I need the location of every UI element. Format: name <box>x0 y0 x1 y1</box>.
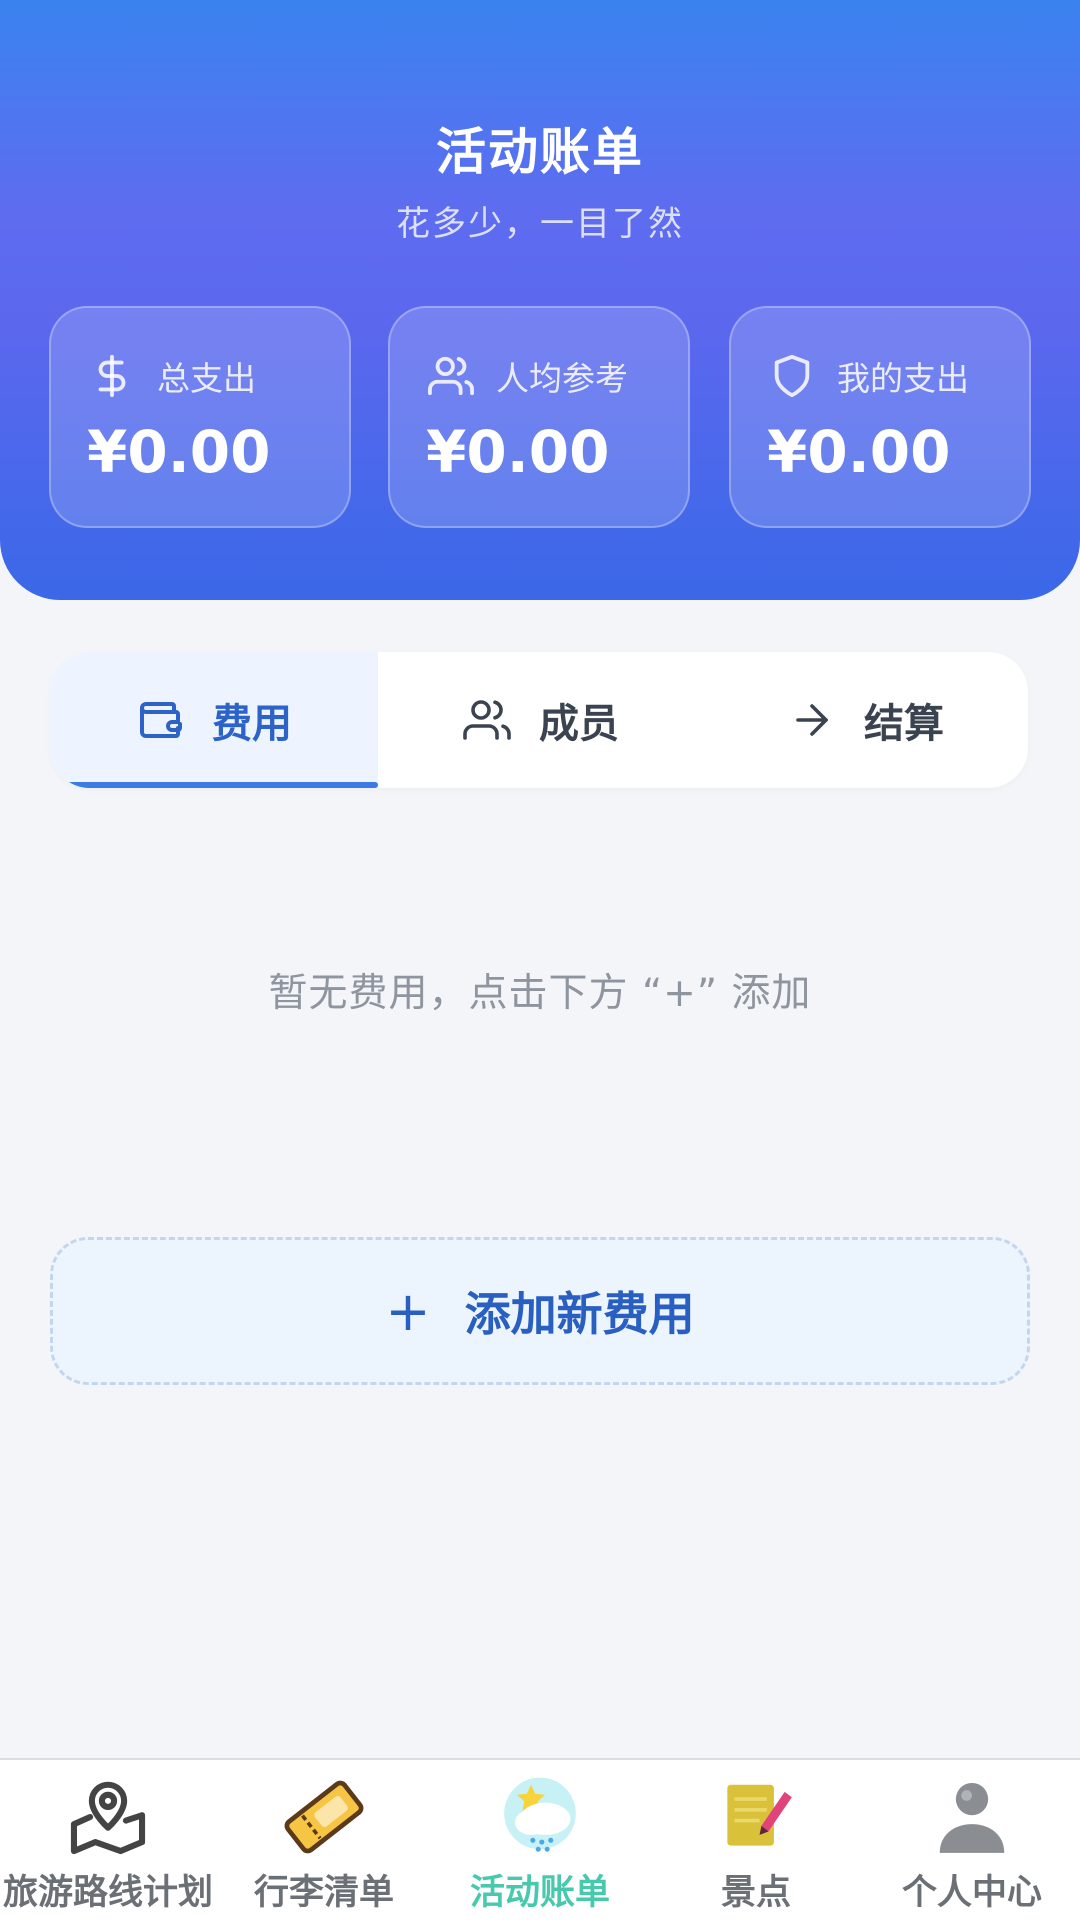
nav-label: 旅游路线计划 <box>2 1873 213 1913</box>
plus-icon: + <box>385 1279 431 1343</box>
tab-members[interactable]: 成员 <box>378 652 704 788</box>
empty-state-message: 暂无费用，点击下方 “+” 添加 <box>268 971 812 1016</box>
nav-item-attractions[interactable]: 景点 <box>648 1760 864 1920</box>
nav-item-luggage[interactable]: 行李清单 <box>216 1760 432 1920</box>
stat-card-mine: 我的支出 ¥0.00 <box>729 306 1031 528</box>
ticket-icon <box>284 1780 364 1854</box>
nav-label: 个人中心 <box>901 1873 1042 1913</box>
header-banner: 活动账单 花多少，一目了然 总支出 ¥0.00 人均参考 ¥0.00 我的支出 … <box>0 0 1080 600</box>
tab-settlement[interactable]: 结算 <box>704 652 1028 788</box>
arrow-right-icon <box>796 704 828 736</box>
nav-item-route-plan[interactable]: 旅游路线计划 <box>0 1760 216 1920</box>
stat-value: ¥0.00 <box>87 418 271 486</box>
stat-card-total: 总支出 ¥0.00 <box>49 306 351 528</box>
bottom-nav: 旅游路线计划 行李清单 活动账单 景点 个人中心 <box>0 1758 1080 1920</box>
nav-label: 活动账单 <box>469 1873 610 1913</box>
stat-label: 总支出 <box>157 359 256 398</box>
add-expense-button[interactable]: + 添加新费用 <box>50 1237 1030 1385</box>
stat-label: 我的支出 <box>837 359 969 398</box>
add-expense-label: 添加新费用 <box>464 1287 695 1341</box>
wallet-icon <box>140 702 182 738</box>
person-icon <box>939 1782 1005 1853</box>
shield-icon <box>774 354 810 398</box>
nav-item-activity-bill[interactable]: 活动账单 <box>432 1760 648 1920</box>
map-pin-icon <box>70 1781 146 1855</box>
nav-item-profile[interactable]: 个人中心 <box>864 1760 1080 1920</box>
page-subtitle: 花多少，一目了然 <box>396 204 684 244</box>
stat-value: ¥0.00 <box>426 418 610 486</box>
tab-label: 费用 <box>212 701 292 747</box>
page-title: 活动账单 <box>436 123 644 181</box>
stat-card-per-person: 人均参考 ¥0.00 <box>388 306 690 528</box>
tab-bar: 费用 成员 结算 <box>50 652 1028 788</box>
tab-expenses[interactable]: 费用 <box>50 652 378 788</box>
users-icon <box>463 700 511 740</box>
nav-label: 景点 <box>720 1873 791 1913</box>
nav-label: 行李清单 <box>253 1873 394 1913</box>
weather-icon <box>504 1777 576 1852</box>
tab-label: 结算 <box>864 701 944 747</box>
stat-value: ¥0.00 <box>767 418 951 486</box>
users-icon <box>428 356 474 396</box>
stat-label: 人均参考 <box>496 359 628 398</box>
dollar-icon <box>98 354 126 398</box>
notepad-icon <box>727 1784 792 1846</box>
tab-label: 成员 <box>539 701 619 747</box>
